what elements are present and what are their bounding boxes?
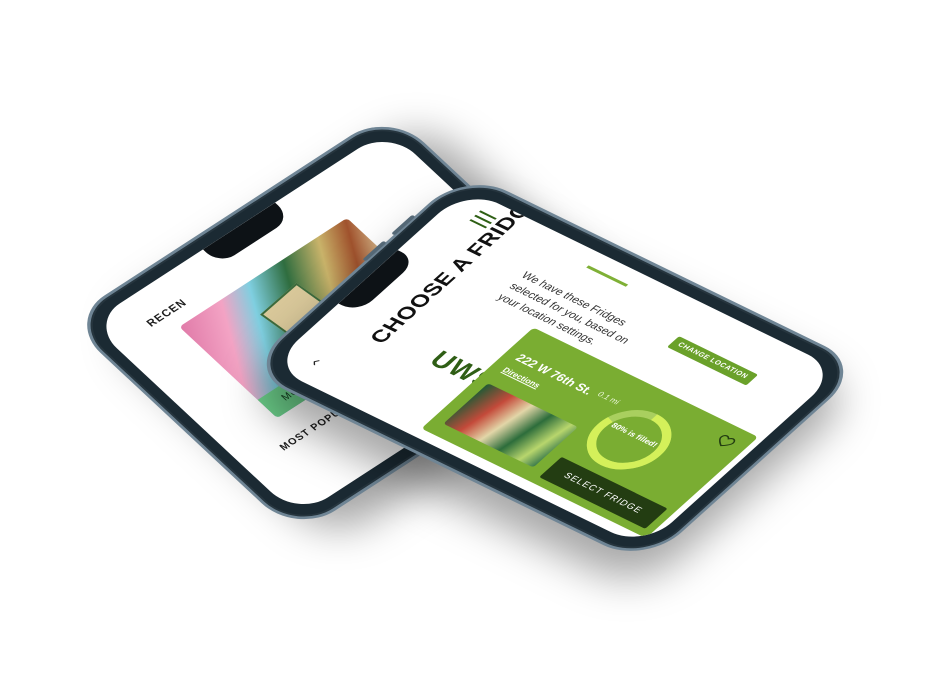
back-phone-notch	[203, 202, 292, 265]
change-location-button[interactable]: CHANGE LOCATION	[667, 336, 758, 386]
step-indicator	[586, 265, 629, 287]
fridge-thumbnail	[443, 383, 579, 468]
phone-mockup-scene: RECEN Mott Haven Community Fridge MOST P…	[0, 0, 926, 695]
chevron-left-icon[interactable]: ‹	[306, 355, 325, 370]
heart-icon[interactable]	[712, 432, 739, 451]
